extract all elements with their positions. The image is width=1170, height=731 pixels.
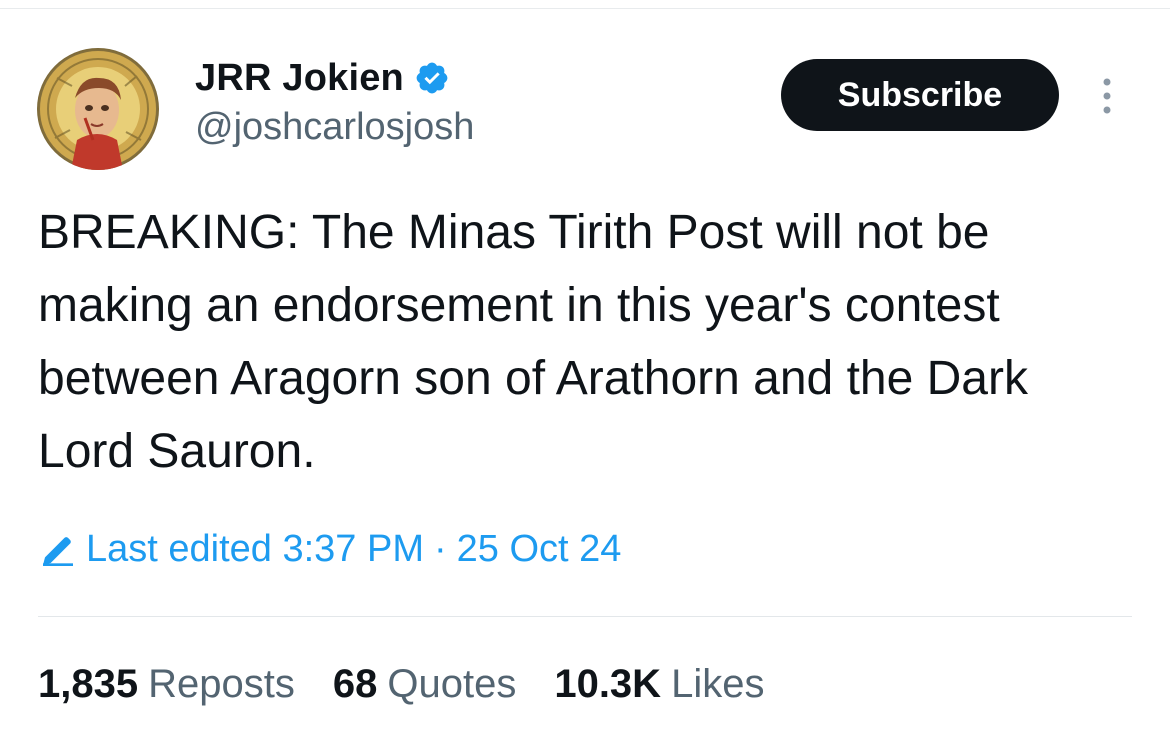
stats-divider — [38, 616, 1132, 617]
author-handle[interactable]: @joshcarlosjosh — [195, 106, 474, 149]
tweet-body: BREAKING: The Minas Tirith Post will not… — [38, 206, 1028, 478]
quotes-count: 68 — [332, 662, 378, 706]
edit-separator: · — [434, 528, 447, 570]
author-display-name[interactable]: JRR Jokien — [195, 57, 404, 100]
more-vertical-icon[interactable] — [1097, 74, 1117, 118]
reposts-count: 1,835 — [38, 662, 139, 706]
author-avatar[interactable] — [37, 48, 159, 170]
tweet-header: JRR Jokien @joshcarlosjosh Subscribe — [37, 48, 1137, 178]
author-info: JRR Jokien @joshcarlosjosh — [195, 54, 474, 149]
reposts-stat[interactable]: 1,835 Reposts — [38, 662, 295, 707]
quotes-stat[interactable]: 68 Quotes — [333, 662, 516, 707]
likes-stat[interactable]: 10.3K Likes — [554, 662, 764, 707]
quotes-label: Quotes — [387, 662, 517, 706]
likes-count: 10.3K — [554, 662, 662, 706]
edit-date: 25 Oct 24 — [456, 528, 622, 570]
subscribe-button[interactable]: Subscribe — [781, 59, 1059, 131]
pencil-icon — [43, 536, 73, 566]
display-name-row: JRR Jokien — [195, 54, 474, 102]
top-divider — [0, 8, 1170, 9]
engagement-stats: 1,835 Reposts 68 Quotes 10.3K Likes — [38, 662, 802, 707]
edit-label: Last edited 3:37 PM — [86, 528, 424, 570]
reposts-label: Reposts — [148, 662, 295, 706]
edit-history-link[interactable]: Last edited 3:37 PM · 25 Oct 24 — [38, 528, 621, 571]
likes-label: Likes — [671, 662, 765, 706]
portrait-avatar-icon — [40, 51, 156, 170]
verified-badge-icon — [416, 62, 448, 94]
